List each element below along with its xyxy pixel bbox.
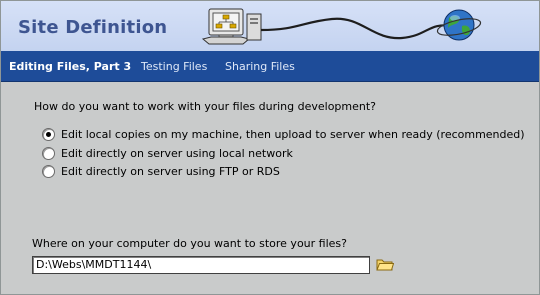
local-folder-path-input[interactable]: D:\Webs\MMDT1144\ bbox=[32, 256, 370, 274]
option-edit-local-label: Edit local copies on my machine, then up… bbox=[61, 127, 525, 141]
tab-editing-files-part-3[interactable]: Editing Files, Part 3 bbox=[9, 60, 131, 73]
storage-location-label: Where on your computer do you want to st… bbox=[32, 237, 347, 250]
option-edit-ftp-rds-label: Edit directly on server using FTP or RDS bbox=[61, 164, 280, 178]
page-title: Site Definition bbox=[18, 17, 168, 38]
option-edit-local-network-label: Edit directly on server using local netw… bbox=[61, 146, 293, 160]
tab-testing-files[interactable]: Testing Files bbox=[141, 60, 207, 73]
tab-sharing-files[interactable]: Sharing Files bbox=[225, 60, 295, 73]
work-mode-question: How do you want to work with your files … bbox=[34, 100, 377, 113]
radio-edit-local[interactable] bbox=[42, 127, 55, 141]
option-edit-ftp-rds[interactable]: Edit directly on server using FTP or RDS bbox=[42, 163, 280, 179]
option-edit-local-network[interactable]: Edit directly on server using local netw… bbox=[42, 145, 293, 161]
computer-network-globe-icon bbox=[201, 8, 482, 45]
tab-bar: Editing Files, Part 3 Testing Files Shar… bbox=[1, 51, 539, 82]
header-banner: Site Definition bbox=[1, 1, 539, 51]
folder-icon[interactable] bbox=[376, 257, 394, 271]
radio-edit-ftp-rds[interactable] bbox=[42, 164, 55, 178]
option-edit-local[interactable]: Edit local copies on my machine, then up… bbox=[42, 126, 525, 142]
radio-edit-local-network[interactable] bbox=[42, 146, 55, 160]
